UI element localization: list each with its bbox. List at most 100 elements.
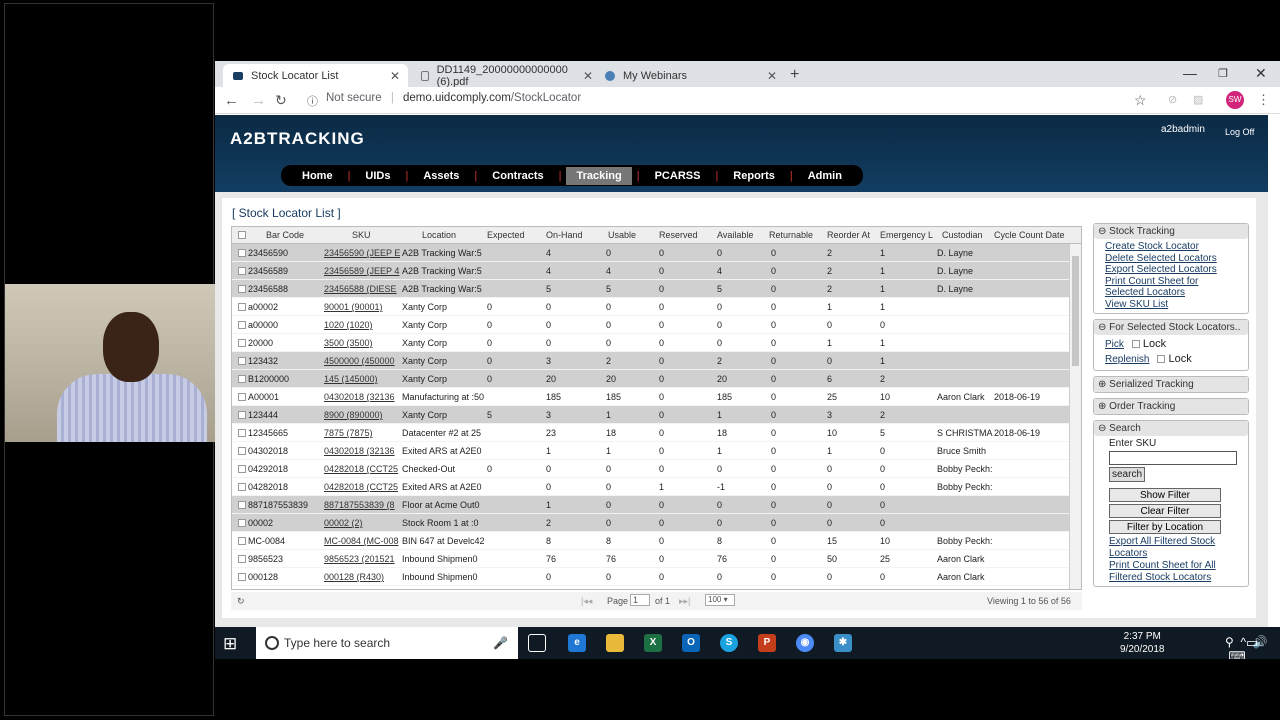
logoff-link[interactable]: Log Off xyxy=(1225,127,1254,137)
refresh-icon[interactable]: ↻ xyxy=(237,596,245,607)
page-number-input[interactable]: 1 xyxy=(630,594,650,606)
chrome-icon[interactable]: ◉ xyxy=(796,634,814,652)
sku-link[interactable]: 04302018 (32136 xyxy=(324,392,400,402)
microphone-icon[interactable]: 🎤 xyxy=(493,627,508,659)
sku-link[interactable]: 887187553839 (8 xyxy=(324,500,400,510)
sku-link[interactable]: 04302018 (32136 xyxy=(324,446,400,456)
row-checkbox[interactable] xyxy=(238,267,246,275)
minimize-button[interactable]: — xyxy=(1183,65,1197,81)
column-header[interactable]: Emergency L xyxy=(880,230,933,240)
table-row[interactable]: MC-0084 MC-0084 (MC-008 BIN 647 at Develc4… xyxy=(232,532,1081,550)
panel-header[interactable]: ⊕ Serialized Tracking xyxy=(1094,377,1248,392)
row-checkbox[interactable] xyxy=(238,537,246,545)
row-checkbox[interactable] xyxy=(238,483,246,491)
delete-locators-link[interactable]: Delete Selected Locators xyxy=(1105,253,1237,265)
row-checkbox[interactable] xyxy=(238,411,246,419)
sku-link[interactable]: 04282018 (CCT25 xyxy=(324,482,400,492)
table-row[interactable]: 123444 8900 (890000) Xanty Corp 5 3 1 0 1 0 3 2 xyxy=(232,406,1081,424)
notifications-icon[interactable]: ▭ xyxy=(1246,635,1258,651)
row-checkbox[interactable] xyxy=(238,555,246,563)
column-header[interactable]: Cycle Count Date xyxy=(994,230,1065,240)
sku-link[interactable]: 7875 (7875) xyxy=(324,428,400,438)
print-count-sheet-link[interactable]: Print Count Sheet for Selected Locators xyxy=(1105,276,1237,299)
row-checkbox[interactable] xyxy=(238,573,246,581)
sku-link[interactable]: 000128 (R430) xyxy=(324,572,400,582)
table-row[interactable]: 20000 3500 (3500) Xanty Corp 0 0 0 0 0 0 1 1 xyxy=(232,334,1081,352)
create-locator-link[interactable]: Create Stock Locator xyxy=(1105,241,1237,253)
sku-link[interactable]: 8900 (890000) xyxy=(324,410,400,420)
sku-input[interactable] xyxy=(1109,451,1237,465)
sku-link[interactable]: 23456590 (JEEP E xyxy=(324,248,400,258)
clear-filter-button[interactable]: Clear Filter xyxy=(1109,504,1221,518)
skype-icon[interactable]: S xyxy=(720,634,738,652)
export-locators-link[interactable]: Export Selected Locators xyxy=(1105,264,1237,276)
replenish-link[interactable]: Replenish xyxy=(1105,354,1149,365)
row-checkbox[interactable] xyxy=(238,519,246,527)
table-row[interactable]: 123432 4500000 (450000 Xanty Corp 0 3 2 0 2 0 0 1 xyxy=(232,352,1081,370)
panel-header[interactable]: ⊕ Order Tracking xyxy=(1094,399,1248,414)
filter-location-button[interactable]: Filter by Location xyxy=(1109,520,1221,534)
table-row[interactable]: 23456589 23456589 (JEEP 4 A2B Tracking War… xyxy=(232,262,1081,280)
row-checkbox[interactable] xyxy=(238,375,246,383)
sku-link[interactable]: 90001 (90001) xyxy=(324,302,400,312)
column-header[interactable]: Custodian xyxy=(942,230,983,240)
row-checkbox[interactable] xyxy=(238,447,246,455)
table-row[interactable]: 887187553839 887187553839 (8 Floor at Acme… xyxy=(232,496,1081,514)
panel-header[interactable]: ⊖ For Selected Stock Locators.. xyxy=(1094,320,1248,335)
table-row[interactable]: 04302018 04302018 (32136 Exited ARS at A2E… xyxy=(232,442,1081,460)
bookmark-star-icon[interactable]: ☆ xyxy=(1134,92,1147,109)
webinar-app-icon[interactable]: ✱ xyxy=(834,634,852,652)
task-view-icon[interactable] xyxy=(528,634,546,652)
pick-lock-checkbox[interactable] xyxy=(1131,340,1140,349)
info-icon[interactable]: ⓘ xyxy=(307,93,318,109)
row-checkbox[interactable] xyxy=(238,465,246,473)
sku-link[interactable]: 3500 (3500) xyxy=(324,338,400,348)
sku-link[interactable]: 145 (145000) xyxy=(324,374,400,384)
sku-link[interactable]: 1020 (1020) xyxy=(324,320,400,330)
nav-pcarss[interactable]: PCARSS xyxy=(645,167,711,185)
column-header[interactable]: Expected xyxy=(487,230,525,240)
table-row[interactable]: 00002 00002 (2) Stock Room 1 at :0 2 0 0 0 0 0 0 xyxy=(232,514,1081,532)
select-all-checkbox[interactable] xyxy=(238,231,246,239)
tab-webinars[interactable]: My Webinars ✕ xyxy=(595,64,785,87)
file-explorer-icon[interactable] xyxy=(606,634,624,652)
close-icon[interactable]: ✕ xyxy=(583,69,593,83)
table-row[interactable]: 04292018 04282018 (CCT25 Checked-Out 0 0 0 0 0 0… xyxy=(232,460,1081,478)
nav-home[interactable]: Home xyxy=(292,167,343,185)
powerpoint-icon[interactable]: P xyxy=(758,634,776,652)
extension-icon[interactable]: ⊘ xyxy=(1168,93,1177,106)
nav-reports[interactable]: Reports xyxy=(723,167,785,185)
windows-start-icon[interactable]: ⊞ xyxy=(223,634,237,654)
page-size-select[interactable]: 100 ▾ xyxy=(705,594,735,606)
column-header[interactable]: Available xyxy=(717,230,753,240)
table-row[interactable]: 23456588 23456588 (DIESE A2B Tracking War:… xyxy=(232,280,1081,298)
column-header[interactable]: Reserved xyxy=(659,230,698,240)
table-row[interactable]: 000128 000128 (R430) Inbound Shipmen0 0 0 0 0 0… xyxy=(232,568,1081,586)
row-checkbox[interactable] xyxy=(238,339,246,347)
column-header[interactable]: SKU xyxy=(352,230,371,240)
sku-link[interactable]: 04282018 (CCT25 xyxy=(324,464,400,474)
window-close-button[interactable]: ✕ xyxy=(1255,65,1267,82)
row-checkbox[interactable] xyxy=(238,429,246,437)
view-sku-list-link[interactable]: View SKU List xyxy=(1105,299,1237,311)
table-row[interactable]: 391215211902837880 (391Inbound Shipmen50… xyxy=(232,586,1081,589)
column-header[interactable]: Usable xyxy=(608,230,636,240)
sku-link[interactable]: 23456588 (DIESE xyxy=(324,284,400,294)
nav-contracts[interactable]: Contracts xyxy=(482,167,553,185)
first-page-icon[interactable]: |◂◂ xyxy=(581,596,592,607)
nav-admin[interactable]: Admin xyxy=(798,167,852,185)
close-icon[interactable]: ✕ xyxy=(767,69,777,83)
url-field[interactable]: Not secure | demo.uidcomply.com/StockLoc… xyxy=(326,92,581,104)
edge-icon[interactable]: e xyxy=(568,634,586,652)
row-checkbox[interactable] xyxy=(238,321,246,329)
table-row[interactable]: a00000 1020 (1020) Xanty Corp 0 0 0 0 0 0 0 0 xyxy=(232,316,1081,334)
outlook-icon[interactable]: O xyxy=(682,634,700,652)
table-row[interactable]: 04282018 04282018 (CCT25 Exited ARS at A2E… xyxy=(232,478,1081,496)
show-filter-button[interactable]: Show Filter xyxy=(1109,488,1221,502)
nav-tracking[interactable]: Tracking xyxy=(566,166,632,185)
maximize-button[interactable]: ❐ xyxy=(1218,67,1228,80)
profile-avatar[interactable]: SW xyxy=(1226,91,1244,109)
table-row[interactable]: a00002 90001 (90001) Xanty Corp 0 0 0 0 0 0 1 1 xyxy=(232,298,1081,316)
table-row[interactable]: A00001 04302018 (32136 Manufacturing at :5… xyxy=(232,388,1081,406)
nav-assets[interactable]: Assets xyxy=(413,167,469,185)
